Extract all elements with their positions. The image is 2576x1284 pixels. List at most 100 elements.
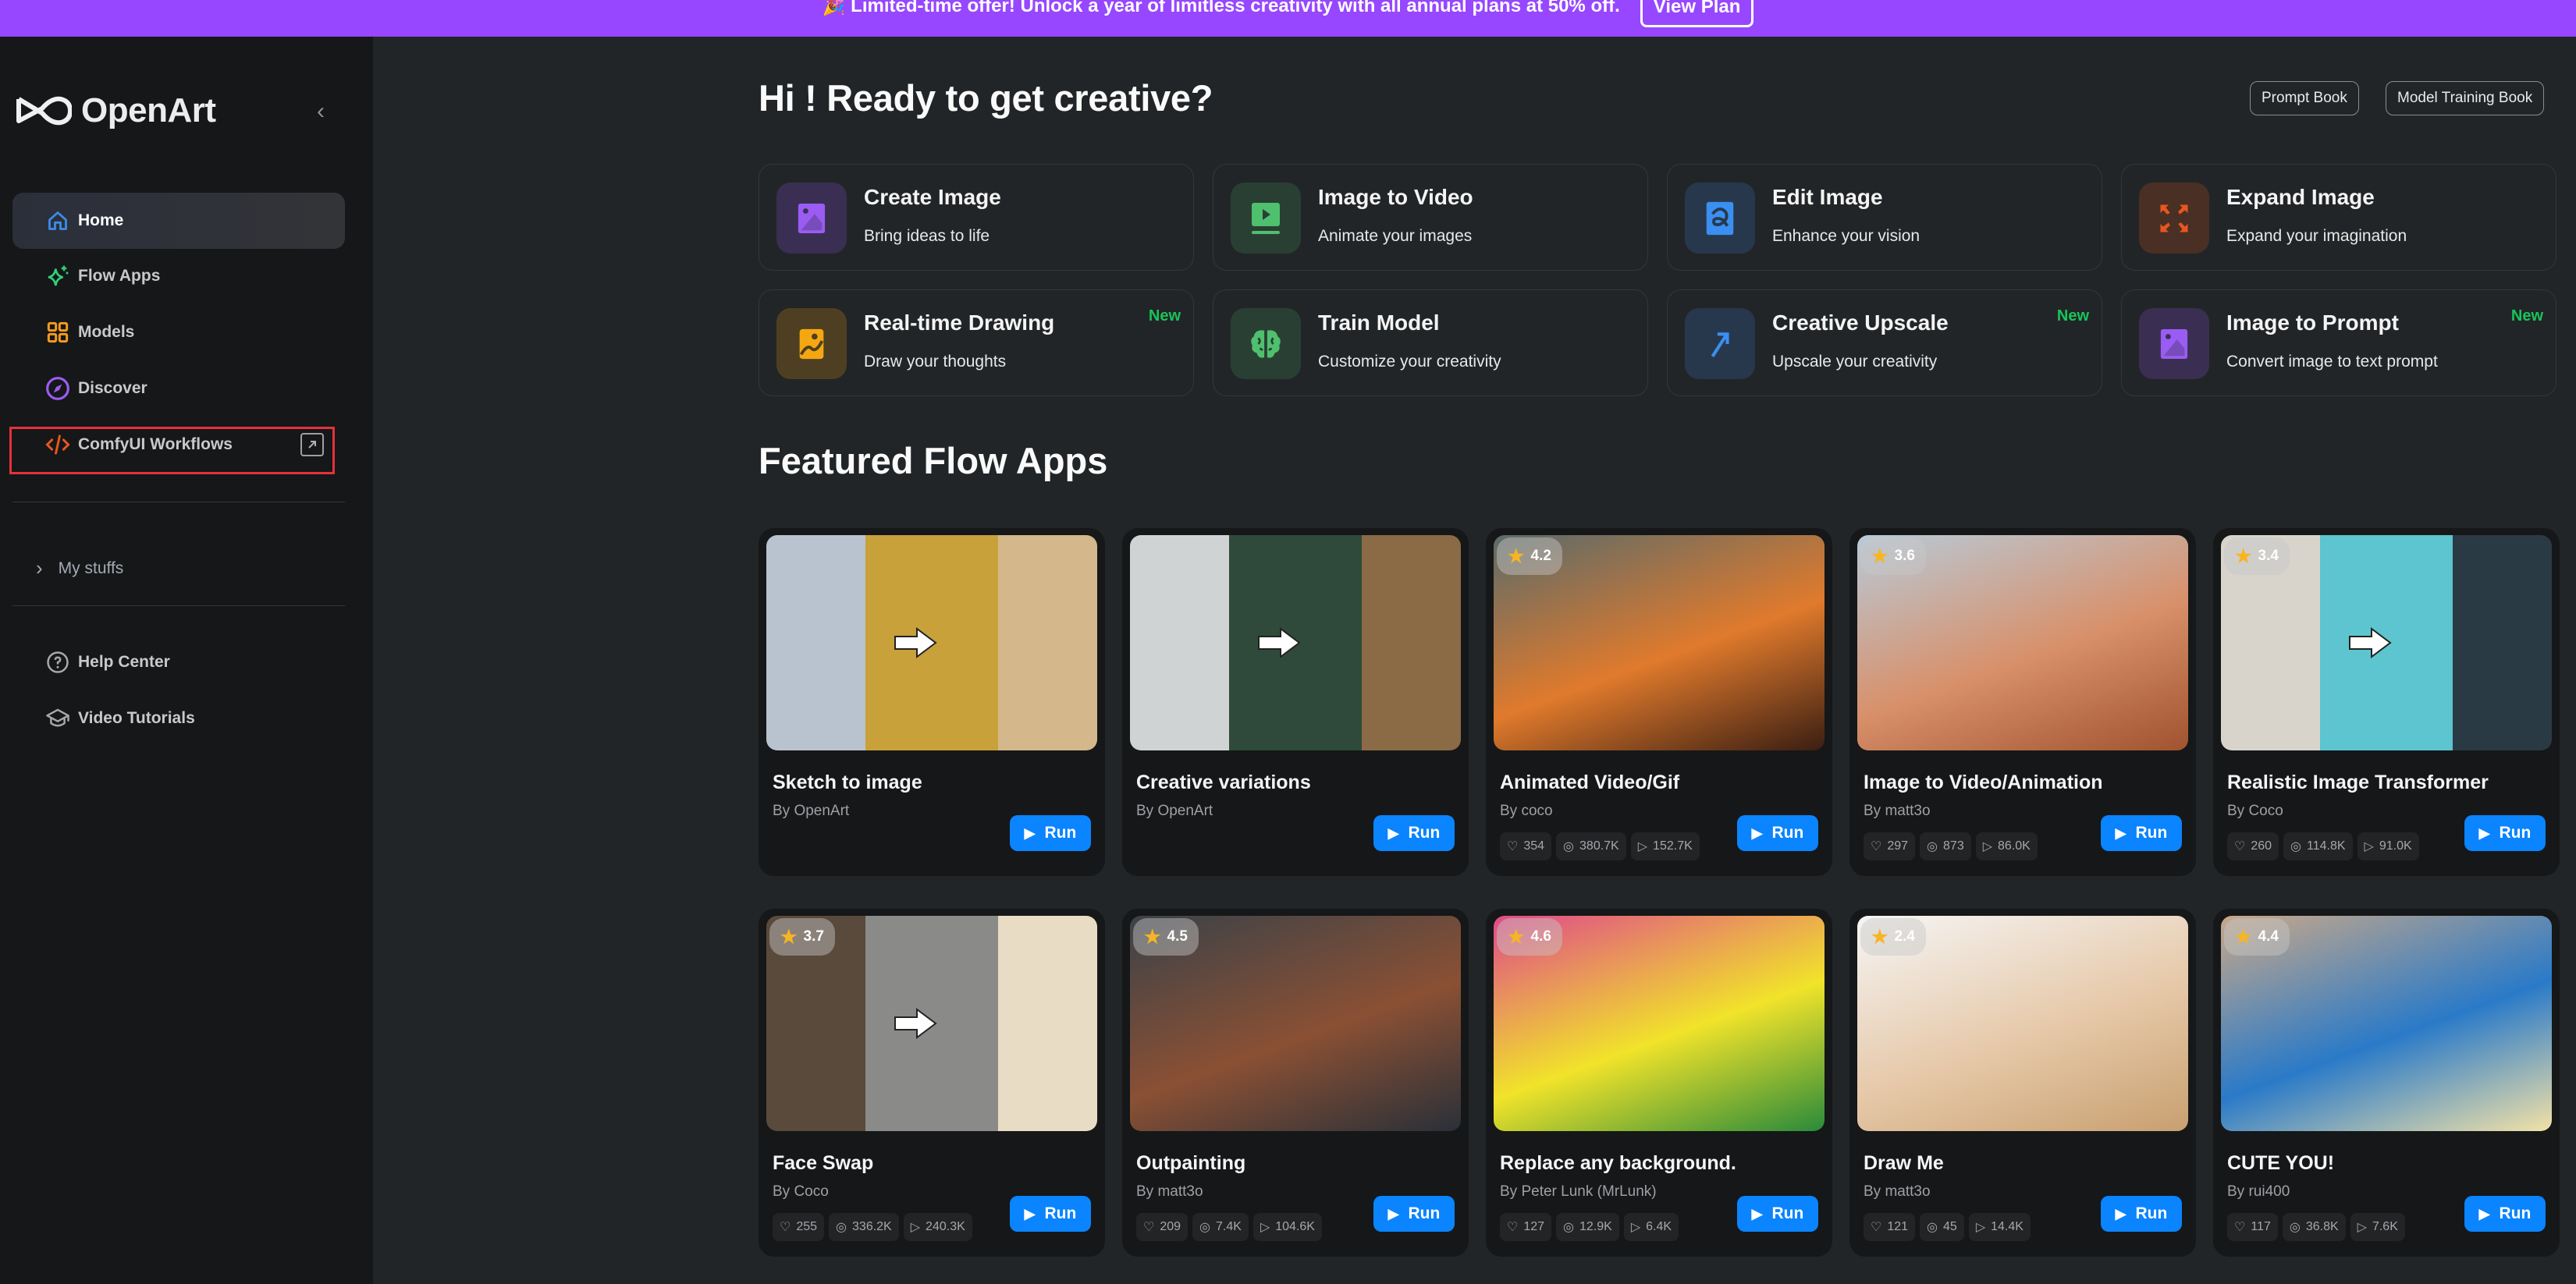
flow-app-thumbnail[interactable] [766, 535, 1097, 750]
tool-subtitle: Convert image to text prompt [2226, 353, 2438, 371]
flow-app-card[interactable]: ★ 2.4 Draw Me By matt3o ♡ 121 ◎ 45 ▷ 14.4K ▶… [1849, 909, 2196, 1257]
flow-app-author: By Peter Lunk (MrLunk) [1500, 1183, 1657, 1200]
run-button[interactable]: ▶ Run [1737, 815, 1818, 851]
run-button[interactable]: ▶ Run [1010, 1196, 1091, 1232]
run-button[interactable]: ▶ Run [1737, 1196, 1818, 1232]
flow-app-author: By matt3o [1864, 1183, 1931, 1200]
sidebar-item-help-center[interactable]: Help Center [12, 634, 345, 690]
rating-badge: ★ 3.6 [1860, 537, 1926, 575]
sidebar-item-label: Flow Apps [78, 267, 161, 285]
my-stuffs-toggle[interactable]: › My stuffs [36, 556, 123, 580]
tool-card-creative-upscale[interactable]: Creative Upscale Upscale your creativity… [1667, 289, 2102, 396]
tool-title: Image to Prompt [2226, 310, 2399, 335]
run-button[interactable]: ▶ Run [1010, 815, 1091, 851]
runs-stat: ▷ 104.6K [1252, 1213, 1322, 1241]
play-icon: ▶ [1751, 1205, 1763, 1222]
brand-name: OpenArt [81, 91, 216, 129]
openart-logo[interactable]: OpenArt [16, 91, 216, 130]
flow-app-thumbnail[interactable]: ★ 3.7 [766, 916, 1097, 1131]
help-circle-icon [45, 650, 70, 675]
tool-title: Creative Upscale [1772, 310, 1949, 335]
likes-stat[interactable]: ♡ 209 [1136, 1213, 1189, 1241]
sidebar-item-models[interactable]: Models [12, 304, 345, 360]
run-button[interactable]: ▶ Run [2464, 1196, 2546, 1232]
graduation-cap-icon [45, 706, 70, 731]
tool-title: Edit Image [1772, 185, 1883, 209]
likes-stat[interactable]: ♡ 255 [773, 1213, 825, 1241]
collapse-sidebar-button[interactable]: ‹ [309, 96, 332, 127]
heart-icon: ♡ [1871, 1221, 1882, 1234]
star-icon: ★ [1871, 926, 1888, 948]
play-icon: ▶ [1387, 825, 1399, 841]
run-button[interactable]: ▶ Run [1373, 815, 1455, 851]
tool-subtitle: Customize your creativity [1318, 353, 1501, 371]
tool-card-image-to-prompt[interactable]: Image to Prompt Convert image to text pr… [2121, 289, 2556, 396]
tool-card-real-time-drawing[interactable]: Real-time Drawing Draw your thoughts New [759, 289, 1194, 396]
flow-app-thumbnail[interactable]: ★ 2.4 [1857, 916, 2188, 1131]
runs-stat: ▷ 14.4K [1968, 1213, 2031, 1241]
sidebar-item-flow-apps[interactable]: Flow Apps [12, 248, 345, 304]
tool-card-create-image[interactable]: Create Image Bring ideas to life [759, 164, 1194, 271]
flow-app-card[interactable]: ★ 4.2 Animated Video/Gif By coco ♡ 354 ◎ 38… [1486, 528, 1832, 876]
sidebar-item-label: Models [78, 323, 135, 341]
new-badge: New [2510, 307, 2543, 325]
arrow-right-icon [1257, 627, 1301, 658]
tool-card-edit-image[interactable]: Edit Image Enhance your vision [1667, 164, 2102, 271]
views-stat: ◎ 7.4K [1192, 1213, 1249, 1241]
tool-title: Real-time Drawing [864, 310, 1055, 335]
flow-app-thumbnail[interactable]: ★ 3.6 [1857, 535, 2188, 750]
arrow-right-icon [894, 1008, 937, 1039]
star-icon: ★ [2235, 545, 2252, 567]
runs-stat: ▷ 240.3K [903, 1213, 972, 1241]
tool-card-train-model[interactable]: Train Model Customize your creativity [1213, 289, 1648, 396]
likes-stat[interactable]: ♡ 354 [1500, 832, 1552, 860]
sidebar-item-discover[interactable]: Discover [12, 360, 345, 417]
flow-app-card[interactable]: ★ 3.6 Image to Video/Animation By matt3o … [1849, 528, 2196, 876]
highlight-box [9, 427, 335, 474]
likes-stat[interactable]: ♡ 127 [1500, 1213, 1552, 1241]
flow-app-card[interactable]: Creative variations By OpenArt ▶ Run [1122, 528, 1469, 876]
flow-app-card[interactable]: ★ 3.7 Face Swap By Coco ♡ 255 ◎ 336.2K ▷ 240… [759, 909, 1105, 1257]
flow-app-card[interactable]: Sketch to image By OpenArt ▶ Run [759, 528, 1105, 876]
run-button[interactable]: ▶ Run [2101, 815, 2182, 851]
flow-app-thumbnail[interactable]: ★ 4.5 [1130, 916, 1461, 1131]
prompt-book-button[interactable]: Prompt Book [2250, 81, 2359, 115]
view-plan-button[interactable]: View Plan [1640, 0, 1754, 27]
model-training-book-button[interactable]: Model Training Book [2386, 81, 2545, 115]
play-icon: ▶ [2478, 1205, 2490, 1222]
run-button[interactable]: ▶ Run [2464, 815, 2546, 851]
flow-app-card[interactable]: ★ 4.5 Outpainting By matt3o ♡ 209 ◎ 7.4K ▷ 1… [1122, 909, 1469, 1257]
views-stat: ◎ 380.7K [1556, 832, 1626, 860]
likes-stat[interactable]: ♡ 260 [2227, 832, 2279, 860]
flow-app-stats: ♡ 127 ◎ 12.9K ▷ 6.4K [1500, 1213, 1679, 1241]
likes-stat[interactable]: ♡ 117 [2227, 1213, 2278, 1241]
play-outline-icon: ▷ [1637, 840, 1648, 853]
tool-card-image-to-video[interactable]: Image to Video Animate your images [1213, 164, 1648, 271]
sidebar-item-home[interactable]: Home [12, 193, 345, 249]
eye-icon: ◎ [1563, 840, 1575, 853]
upscale-arrow-icon [1685, 308, 1755, 379]
likes-stat[interactable]: ♡ 297 [1864, 832, 1916, 860]
flow-app-thumbnail[interactable]: ★ 4.6 [1494, 916, 1825, 1131]
flow-app-thumbnail[interactable]: ★ 3.4 [2221, 535, 2552, 750]
grid-icon [45, 320, 70, 345]
runs-stat: ▷ 152.7K [1630, 832, 1700, 860]
likes-stat[interactable]: ♡ 121 [1864, 1213, 1916, 1241]
tool-subtitle: Draw your thoughts [864, 353, 1007, 371]
flow-app-author: By matt3o [1136, 1183, 1203, 1200]
flow-app-card[interactable]: ★ 4.6 Replace any background. By Peter Lu… [1486, 909, 1832, 1257]
promo-text: 🎉 Limited-time offer! Unlock a year of l… [822, 0, 1620, 16]
featured-flow-apps-title: Featured Flow Apps [759, 440, 1108, 481]
run-button[interactable]: ▶ Run [1373, 1196, 1455, 1232]
arrow-right-icon [2348, 627, 2392, 658]
flow-app-thumbnail[interactable]: ★ 4.4 [2221, 916, 2552, 1131]
heart-icon: ♡ [1507, 840, 1519, 853]
rating-badge: ★ 3.4 [2224, 537, 2290, 575]
tool-card-expand-image[interactable]: Expand Image Expand your imagination [2121, 164, 2556, 271]
sidebar-item-video-tutorials[interactable]: Video Tutorials [12, 690, 345, 747]
flow-app-thumbnail[interactable]: ★ 4.2 [1494, 535, 1825, 750]
flow-app-thumbnail[interactable] [1130, 535, 1461, 750]
flow-app-card[interactable]: ★ 4.4 CUTE YOU! By rui400 ♡ 117 ◎ 36.8K ▷ 7.… [2213, 909, 2560, 1257]
run-button[interactable]: ▶ Run [2101, 1196, 2182, 1232]
flow-app-card[interactable]: ★ 3.4 Realistic Image Transformer By Coco… [2213, 528, 2560, 876]
